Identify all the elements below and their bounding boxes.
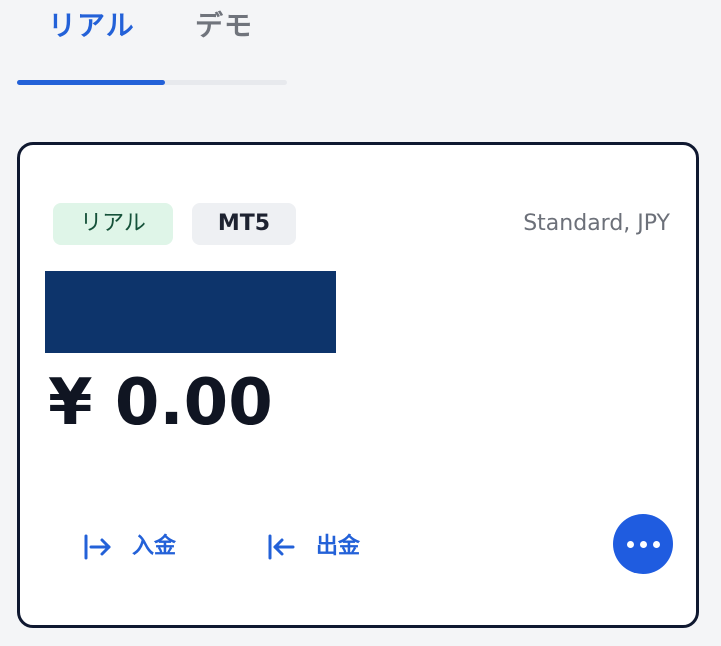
deposit-button[interactable]: 入金 xyxy=(80,523,176,571)
withdraw-label: 出金 xyxy=(316,534,361,559)
tab-demo[interactable]: デモ xyxy=(195,6,315,46)
tab-real[interactable]: リアル xyxy=(48,6,168,46)
more-dot xyxy=(652,540,660,548)
redacted-account-number xyxy=(45,271,336,353)
more-dot xyxy=(626,540,634,548)
active-tab-indicator xyxy=(17,80,165,85)
deposit-label: 入金 xyxy=(132,534,177,559)
account-balance: ¥ 0.00 xyxy=(48,366,273,440)
withdraw-arrow-icon xyxy=(264,529,300,565)
more-options-button[interactable] xyxy=(613,514,673,574)
more-horizontal-icon xyxy=(624,540,663,548)
deposit-arrow-icon xyxy=(80,529,116,565)
withdraw-button[interactable]: 出金 xyxy=(264,523,360,571)
account-card: リアル MT5 Standard, JPY ¥ 0.00 入金 出金 xyxy=(17,142,699,628)
platform-badge: MT5 xyxy=(192,203,296,245)
real-account-badge: リアル xyxy=(53,203,173,245)
account-tabs: リアル デモ xyxy=(0,0,721,90)
more-dot xyxy=(639,540,647,548)
account-type-label: Standard, JPY xyxy=(523,211,670,236)
